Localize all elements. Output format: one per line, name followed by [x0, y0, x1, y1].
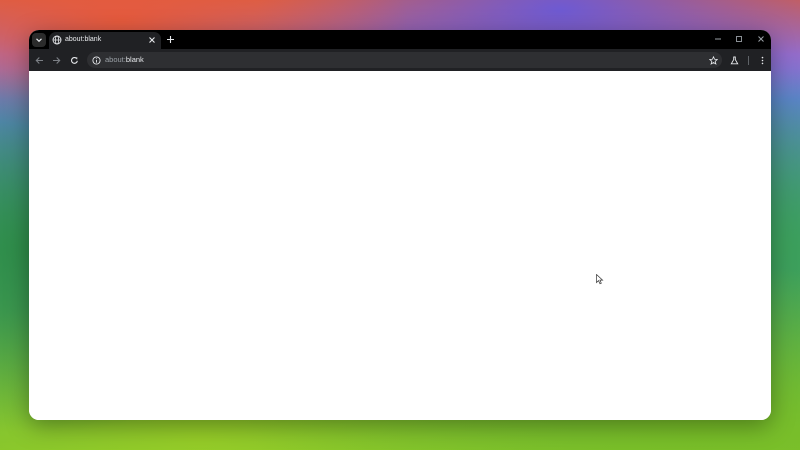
reload-button[interactable]	[67, 53, 81, 67]
address-bar[interactable]: about:blank	[87, 52, 722, 68]
tab-active[interactable]: about:blank	[49, 32, 161, 49]
page-content[interactable]	[29, 71, 771, 420]
close-window-button[interactable]	[754, 33, 768, 45]
browser-window: about:blank about:blank	[29, 30, 771, 420]
site-info-button[interactable]	[90, 54, 102, 66]
tab-title: about:blank	[65, 36, 102, 43]
plus-icon	[166, 36, 174, 43]
menu-button[interactable]	[755, 53, 769, 67]
maximize-button[interactable]	[732, 33, 746, 45]
desktop-wallpaper: about:blank about:blank	[0, 0, 800, 450]
reload-icon	[70, 56, 78, 64]
url-text[interactable]: about:blank	[105, 52, 144, 68]
forward-button[interactable]	[49, 53, 63, 67]
new-tab-button[interactable]	[164, 33, 176, 46]
bookmark-button[interactable]	[707, 54, 719, 66]
mouse-cursor-icon	[596, 274, 604, 285]
globe-icon	[52, 35, 62, 45]
tab-close-button[interactable]	[146, 34, 158, 46]
arrow-right-icon	[52, 56, 60, 64]
back-button[interactable]	[32, 53, 46, 67]
close-icon	[149, 37, 155, 43]
arrow-left-icon	[35, 56, 43, 64]
star-icon	[708, 55, 718, 65]
labs-button[interactable]	[727, 53, 741, 67]
maximize-icon	[736, 36, 742, 42]
kebab-menu-icon	[761, 56, 763, 64]
close-icon	[758, 36, 764, 42]
toolbar-separator	[748, 56, 749, 65]
info-icon	[91, 55, 101, 65]
chevron-down-icon	[36, 38, 42, 43]
url-scheme: about:	[105, 55, 126, 64]
minimize-icon	[715, 38, 721, 40]
flask-icon	[730, 56, 738, 64]
tab-strip: about:blank	[29, 30, 771, 49]
browser-toolbar: about:blank	[29, 49, 771, 71]
minimize-button[interactable]	[711, 33, 725, 45]
url-host: blank	[125, 55, 144, 64]
tab-search-button[interactable]	[32, 33, 46, 47]
